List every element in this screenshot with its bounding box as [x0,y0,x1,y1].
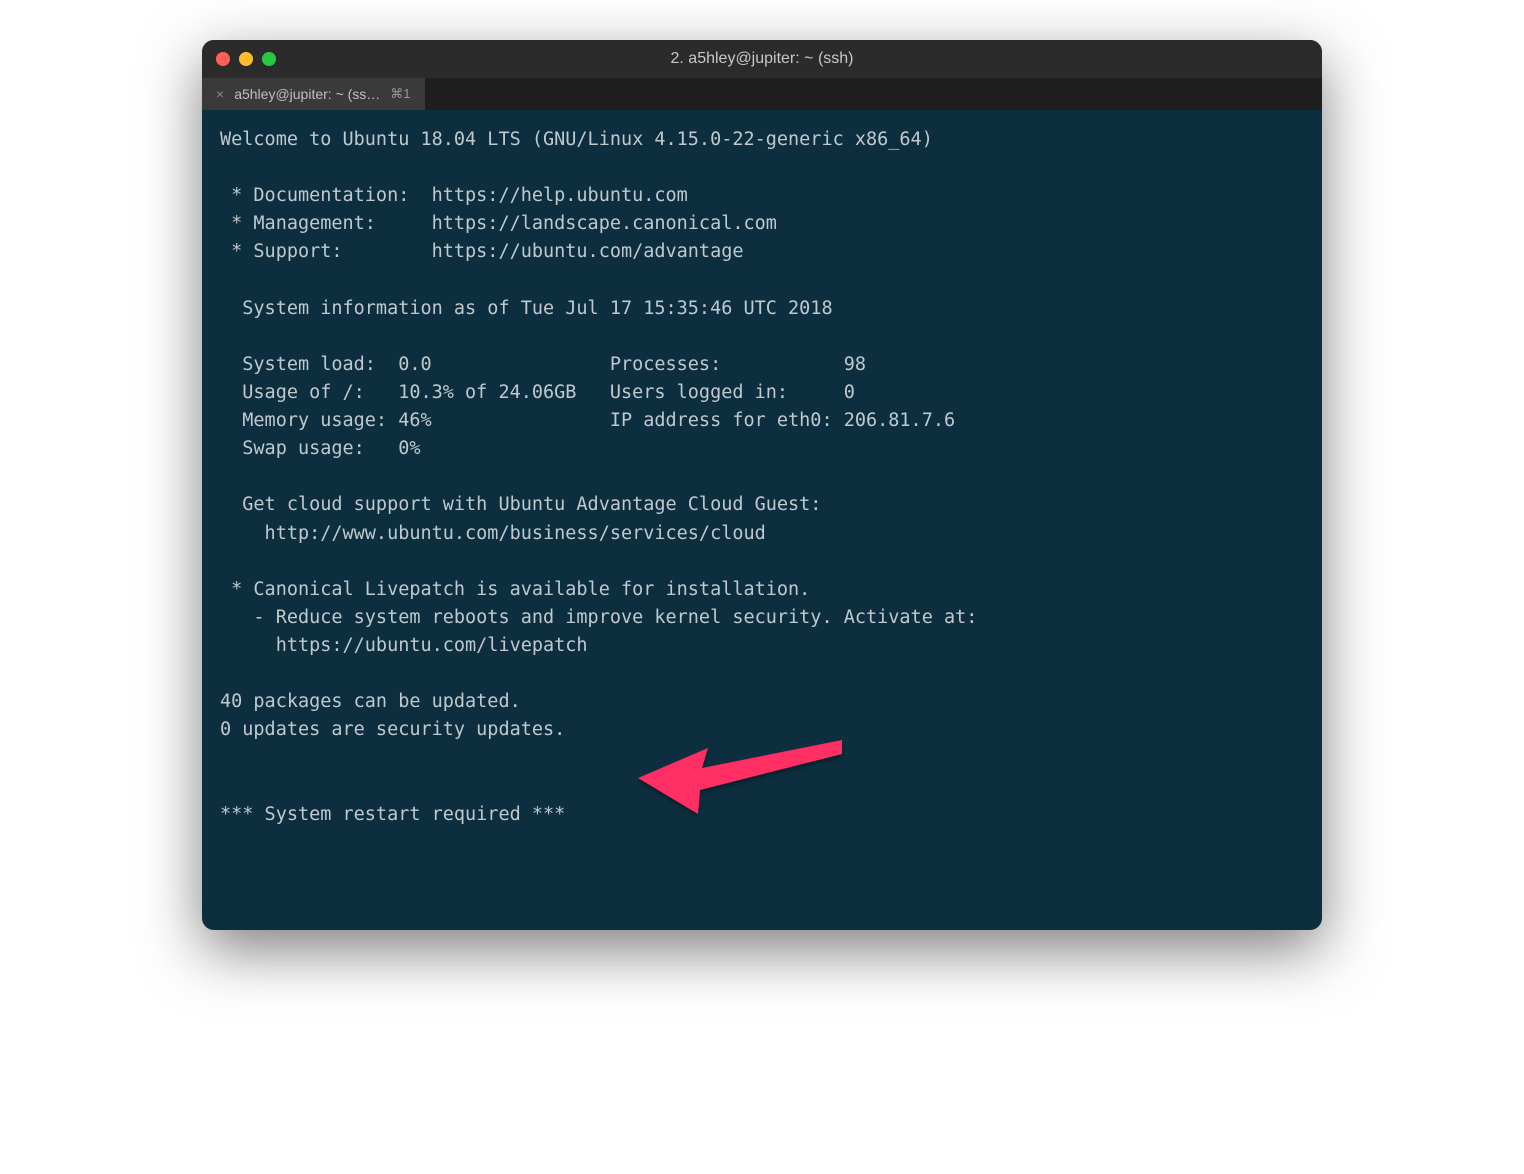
cloud-support-line: Get cloud support with Ubuntu Advantage … [220,494,821,515]
motd-welcome: Welcome to Ubuntu 18.04 LTS (GNU/Linux 4… [220,129,933,150]
livepatch-line: * Canonical Livepatch is available for i… [220,579,810,600]
updates-security: 0 updates are security updates. [220,719,565,740]
window-title: 2. a5hley@jupiter: ~ (ssh) [671,50,854,68]
tab-label: a5hley@jupiter: ~ (ss… [234,86,380,102]
window-titlebar: 2. a5hley@jupiter: ~ (ssh) [202,40,1322,78]
terminal-output[interactable]: Welcome to Ubuntu 18.04 LTS (GNU/Linux 4… [202,110,1322,930]
minimize-button[interactable] [239,52,253,66]
livepatch-line: - Reduce system reboots and improve kern… [220,607,977,628]
sysinfo-header: System information as of Tue Jul 17 15:3… [220,298,833,319]
close-icon[interactable]: × [216,87,224,101]
close-button[interactable] [216,52,230,66]
tab-ssh-session[interactable]: × a5hley@jupiter: ~ (ss… ⌘1 [202,78,426,110]
sysinfo-line: Memory usage: 46% IP address for eth0: 2… [220,410,955,431]
livepatch-url: https://ubuntu.com/livepatch [220,635,588,656]
sysinfo-line: Swap usage: 0% [220,438,420,459]
restart-required: *** System restart required *** [220,804,565,825]
traffic-lights [216,52,276,66]
maximize-button[interactable] [262,52,276,66]
terminal-window: 2. a5hley@jupiter: ~ (ssh) × a5hley@jupi… [202,40,1322,930]
cloud-support-url: http://www.ubuntu.com/business/services/… [220,523,766,544]
tab-bar: × a5hley@jupiter: ~ (ss… ⌘1 [202,78,1322,110]
motd-support-link: * Support: https://ubuntu.com/advantage [220,241,743,262]
sysinfo-line: Usage of /: 10.3% of 24.06GB Users logge… [220,382,855,403]
motd-doc-link: * Documentation: https://help.ubuntu.com [220,185,688,206]
motd-mgmt-link: * Management: https://landscape.canonica… [220,213,777,234]
updates-packages: 40 packages can be updated. [220,691,521,712]
sysinfo-line: System load: 0.0 Processes: 98 [220,354,866,375]
arrow-annotation-icon [632,730,852,820]
tab-shortcut: ⌘1 [390,86,410,102]
